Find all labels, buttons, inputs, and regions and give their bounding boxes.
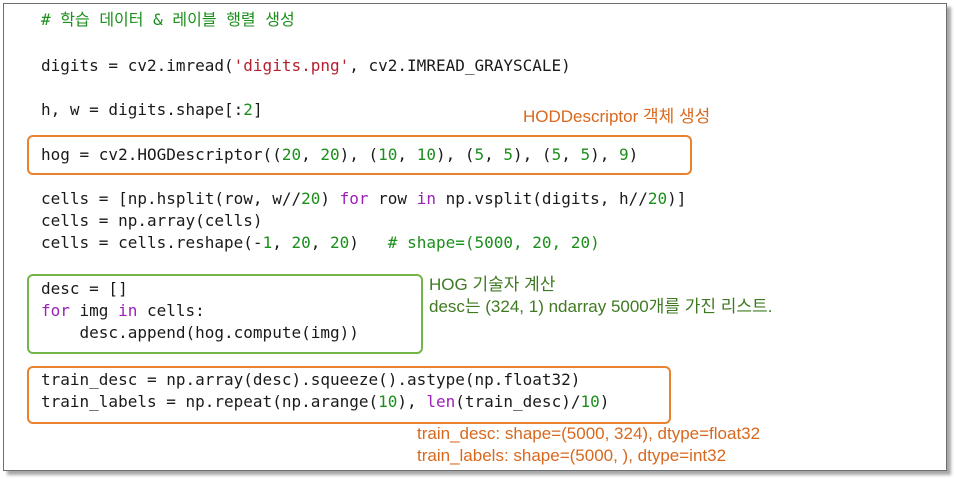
- train-desc-shape-note: train_desc: shape=(5000, 324), dtype=flo…: [417, 424, 761, 443]
- code-line-train-labels: train_labels = np.repeat(np.arange(10), …: [41, 392, 610, 411]
- train-labels-shape-note: train_labels: shape=(5000, ), dtype=int3…: [417, 446, 727, 465]
- code-line-cells-array: cells = np.array(cells): [41, 211, 263, 230]
- hog-compute-note-title: HOG 기술자 계산: [429, 275, 556, 294]
- hog-compute-note-detail: desc는 (324, 1) ndarray 5000개를 가진 리스트.: [429, 297, 773, 316]
- code-line-for-loop: for img in cells:: [41, 301, 205, 320]
- code-line-cells-split: cells = [np.hsplit(row, w//20) for row i…: [41, 189, 687, 208]
- code-line-cells-reshape: cells = cells.reshape(-1, 20, 20) # shap…: [41, 233, 600, 252]
- code-line-shape: h, w = digits.shape[:2]: [41, 100, 263, 119]
- code-line-train-desc: train_desc = np.array(desc).squeeze().as…: [41, 370, 581, 389]
- code-line-desc-init: desc = []: [41, 279, 128, 298]
- code-line-imread: digits = cv2.imread('digits.png', cv2.IM…: [41, 56, 571, 75]
- code-comment-line: # 학습 데이터 & 레이블 행렬 생성: [41, 10, 295, 29]
- code-line-hog: hog = cv2.HOGDescriptor((20, 20), (10, 1…: [41, 145, 639, 164]
- code-line-desc-append: desc.append(hog.compute(img)): [41, 323, 359, 342]
- hog-descriptor-note: HODDescriptor 객체 생성: [523, 107, 711, 126]
